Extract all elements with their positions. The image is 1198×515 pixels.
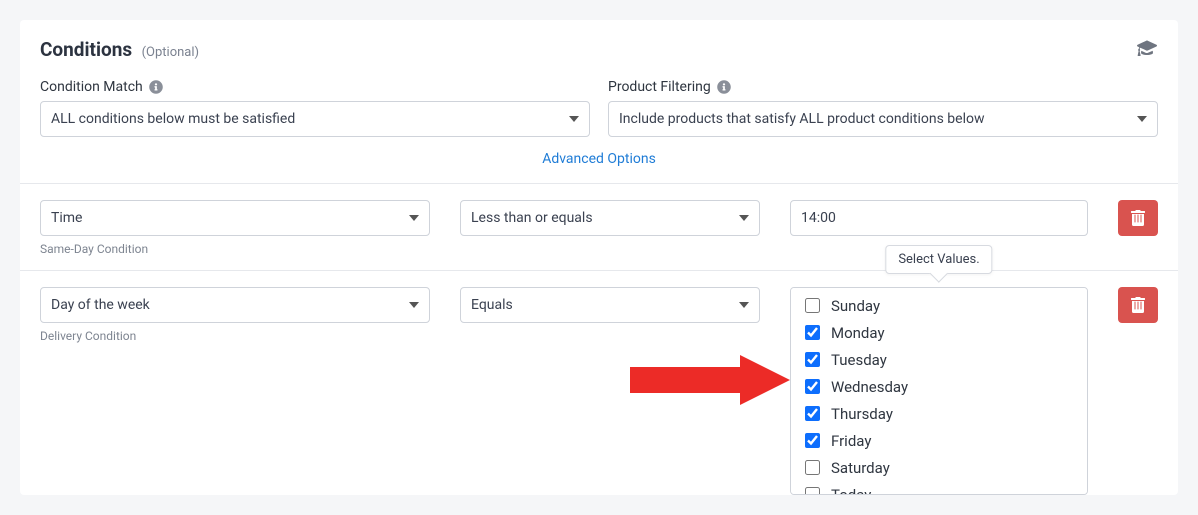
day-option[interactable]: Thursday (791, 400, 1087, 427)
card-header: Conditions (Optional) (20, 20, 1178, 61)
day-label: Wednesday (831, 378, 908, 396)
trash-icon (1131, 210, 1145, 226)
day-label: Sunday (831, 297, 880, 315)
day-checkbox[interactable] (805, 433, 820, 448)
day-option[interactable]: Wednesday (791, 373, 1087, 400)
day-label: Tuesday (831, 351, 887, 369)
annotation-arrow-icon (630, 355, 790, 405)
info-icon[interactable] (717, 80, 731, 94)
trash-icon (1131, 297, 1145, 313)
product-filtering-label: Product Filtering (608, 79, 711, 95)
conditions-card: Conditions (Optional) Condition Match AL… (20, 20, 1178, 495)
day-checkbox[interactable] (805, 298, 820, 313)
day-of-week-listbox[interactable]: Sunday Monday Tuesday Wednesday Thursday Frid… (790, 287, 1088, 495)
day-label: Friday (831, 432, 871, 450)
condition-row: Day of the week Delivery Condition Equal… (20, 271, 1178, 495)
field-select[interactable]: Time (40, 200, 430, 236)
condition-match-label: Condition Match (40, 79, 143, 95)
day-option[interactable]: Tuesday (791, 346, 1087, 373)
optional-tag: (Optional) (142, 45, 199, 60)
day-option[interactable]: Saturday (791, 454, 1087, 481)
row-caption: Same-Day Condition (40, 242, 430, 256)
day-checkbox[interactable] (805, 406, 820, 421)
delete-button[interactable] (1118, 200, 1158, 236)
day-checkbox[interactable] (805, 325, 820, 340)
operator-select[interactable]: Equals (460, 287, 760, 323)
day-option[interactable]: Monday (791, 319, 1087, 346)
condition-row: Time Same-Day Condition Less than or equ… (20, 184, 1178, 271)
card-title: Conditions (40, 38, 132, 61)
value-input[interactable] (790, 200, 1088, 236)
day-checkbox[interactable] (805, 379, 820, 394)
day-option[interactable]: Today (791, 481, 1087, 495)
day-label: Saturday (831, 459, 890, 477)
delete-button[interactable] (1118, 287, 1158, 323)
row-caption: Delivery Condition (40, 329, 430, 343)
product-filtering-select[interactable]: Include products that satisfy ALL produc… (608, 101, 1158, 137)
advanced-options-link[interactable]: Advanced Options (542, 151, 656, 167)
advanced-options-row: Advanced Options (20, 137, 1178, 184)
day-checkbox[interactable] (805, 352, 820, 367)
day-label: Today (831, 486, 871, 496)
condition-match-select[interactable]: ALL conditions below must be satisfied (40, 101, 590, 137)
day-checkbox[interactable] (805, 487, 820, 495)
graduation-cap-icon[interactable] (1136, 40, 1158, 60)
info-icon[interactable] (149, 80, 163, 94)
day-label: Thursday (831, 405, 893, 423)
operator-select[interactable]: Less than or equals (460, 200, 760, 236)
field-select[interactable]: Day of the week (40, 287, 430, 323)
day-option[interactable]: Sunday (791, 292, 1087, 319)
select-values-tooltip: Select Values. (885, 245, 992, 274)
day-checkbox[interactable] (805, 460, 820, 475)
day-option[interactable]: Friday (791, 427, 1087, 454)
match-filter-row: Condition Match ALL conditions below mus… (20, 61, 1178, 137)
day-label: Monday (831, 324, 885, 342)
